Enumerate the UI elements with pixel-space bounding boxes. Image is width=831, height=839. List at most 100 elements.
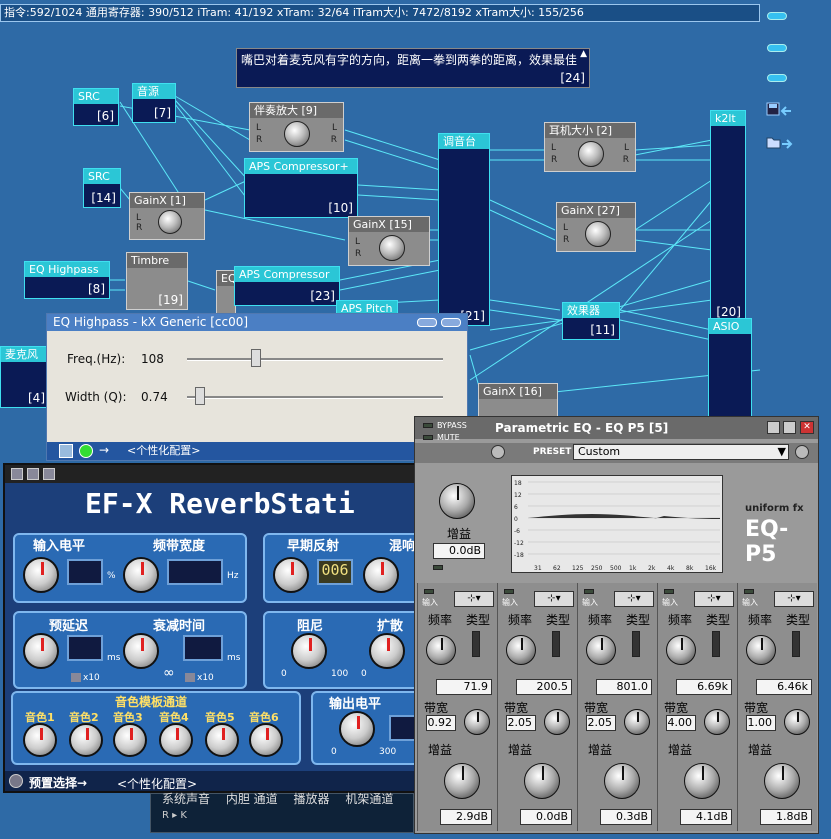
band-gain-value[interactable]: 2.9dB — [440, 809, 492, 825]
mix-knob[interactable] — [363, 557, 399, 593]
band-gain-knob[interactable] — [604, 763, 640, 799]
band-bw-value[interactable]: 1.00 — [746, 715, 776, 731]
close-icon[interactable]: ✕ — [800, 421, 814, 434]
preset-select[interactable]: Custom ▼ — [573, 444, 789, 460]
band-bw-knob[interactable] — [624, 709, 650, 735]
reverb-titlebar[interactable] — [5, 465, 415, 483]
band-bw-value[interactable]: 2.05 — [506, 715, 536, 731]
gain-knob[interactable] — [379, 235, 405, 261]
node-microphone[interactable]: 麦克风 [4] — [0, 346, 50, 408]
band-freq-value[interactable]: 801.0 — [596, 679, 652, 695]
preset-prev-icon[interactable] — [491, 445, 505, 459]
band-freq-knob[interactable] — [426, 635, 456, 665]
timbre-knob[interactable] — [205, 723, 239, 757]
band-bw-value[interactable]: 4.00 — [666, 715, 696, 731]
band-freq-value[interactable]: 71.9 — [436, 679, 492, 695]
bypass-led[interactable] — [423, 423, 433, 428]
band-gain-value[interactable]: 0.3dB — [600, 809, 652, 825]
restore-button[interactable] — [767, 421, 780, 434]
peq-titlebar[interactable]: Parametric EQ - EQ P5 [5] — [415, 417, 818, 439]
output-level-knob[interactable] — [339, 711, 375, 747]
band-bw-knob[interactable] — [704, 709, 730, 735]
window-button[interactable] — [11, 468, 23, 480]
master-gain-knob[interactable] — [439, 483, 475, 519]
band-freq-knob[interactable] — [746, 635, 776, 665]
band-type-select[interactable]: ⊹▾ — [454, 591, 494, 607]
band-enable-led[interactable] — [584, 589, 594, 594]
arrow-right-icon[interactable]: → — [99, 444, 113, 458]
node-gainx-16[interactable]: GainX [16] — [478, 383, 558, 417]
band-type-switch[interactable] — [472, 631, 480, 657]
band-type-select[interactable]: ⊹▾ — [534, 591, 574, 607]
reverb-station-window[interactable]: EF-X ReverbStati 输入电平 频带宽度 % Hz 早期反射 混响 … — [3, 463, 423, 793]
freq-slider[interactable] — [187, 358, 443, 361]
timbre-knob[interactable] — [69, 723, 103, 757]
band-gain-knob[interactable] — [444, 763, 480, 799]
node-src-14[interactable]: SRC [14] — [83, 168, 121, 208]
master-gain-value[interactable]: 0.0dB — [433, 543, 485, 559]
band-type-select[interactable]: ⊹▾ — [694, 591, 734, 607]
timbre-knob[interactable] — [159, 723, 193, 757]
band-enable-led[interactable] — [664, 589, 674, 594]
gain-knob[interactable] — [585, 221, 611, 247]
predelay-knob[interactable] — [23, 633, 59, 669]
eq-highpass-window[interactable]: EQ Highpass - kX Generic [cc00] Freq.(Hz… — [46, 313, 468, 461]
timbre-knob[interactable] — [23, 723, 57, 757]
node-headphone-level[interactable]: 耳机大小 [2] L R L R — [544, 122, 636, 172]
band-freq-value[interactable]: 6.69k — [676, 679, 732, 695]
band-freq-knob[interactable] — [506, 635, 536, 665]
parametric-eq-window[interactable]: Parametric EQ - EQ P5 [5] BYPASS MUTE ✕ … — [414, 416, 819, 834]
node-gainx-15[interactable]: GainX [15] L R — [348, 216, 430, 266]
minimize-button[interactable] — [783, 421, 796, 434]
band-bw-knob[interactable] — [464, 709, 490, 735]
node-src-6[interactable]: SRC [6] — [73, 88, 119, 126]
decay-knob[interactable] — [123, 633, 159, 669]
band-gain-knob[interactable] — [684, 763, 720, 799]
gain-knob[interactable] — [158, 210, 182, 234]
band-type-select[interactable]: ⊹▾ — [774, 591, 814, 607]
band-bw-value[interactable]: 2.05 — [586, 715, 616, 731]
mute-led[interactable] — [423, 435, 433, 440]
node-banzou-amp[interactable]: 伴奏放大 [9] L R L R — [249, 102, 344, 152]
band-enable-led[interactable] — [504, 589, 514, 594]
node-k2lt[interactable]: k2lt [20] — [710, 110, 746, 322]
band-type-switch[interactable] — [792, 631, 800, 657]
mixer-icon[interactable] — [59, 444, 73, 458]
freq-slider-thumb[interactable] — [251, 349, 262, 367]
band-type-switch[interactable] — [632, 631, 640, 657]
window-button[interactable] — [27, 468, 39, 480]
tab-inner-channel[interactable]: 内胆 通道 — [226, 792, 278, 806]
x10-checkbox[interactable] — [71, 673, 81, 682]
power-icon[interactable] — [79, 444, 93, 458]
early-reflection-knob[interactable] — [273, 557, 309, 593]
band-gain-value[interactable]: 0.0dB — [520, 809, 572, 825]
band-type-select[interactable]: ⊹▾ — [614, 591, 654, 607]
power-icon[interactable] — [9, 774, 23, 788]
band-gain-knob[interactable] — [524, 763, 560, 799]
node-eq-small[interactable]: EQ — [216, 270, 236, 314]
node-asio[interactable]: ASIO — [708, 318, 752, 418]
node-gainx-27[interactable]: GainX [27] L R — [556, 202, 636, 252]
bandwidth-knob[interactable] — [123, 557, 159, 593]
tab-rack-channel[interactable]: 机架通道 — [345, 792, 393, 806]
node-eq-highpass[interactable]: EQ Highpass [8] — [24, 261, 110, 299]
band-enable-led[interactable] — [424, 589, 434, 594]
note-box[interactable]: 嘴巴对着麦克风有字的方向，距离一拳到两拳的距离，效果最佳 [24] ▲ — [236, 48, 590, 88]
band-gain-knob[interactable] — [764, 763, 800, 799]
diffuse-knob[interactable] — [369, 633, 405, 669]
band-bw-knob[interactable] — [544, 709, 570, 735]
collapse-button[interactable] — [441, 318, 461, 327]
band-freq-value[interactable]: 200.5 — [516, 679, 572, 695]
damping-knob[interactable] — [291, 633, 327, 669]
timbre-knob[interactable] — [113, 723, 147, 757]
x10-checkbox[interactable] — [185, 673, 195, 682]
transport-icons[interactable]: R ▸ K — [162, 810, 187, 821]
minimize-button[interactable] — [417, 318, 437, 327]
phase-led[interactable] — [433, 565, 443, 570]
window-button[interactable] — [43, 468, 55, 480]
timbre-knob[interactable] — [249, 723, 283, 757]
gain-knob[interactable] — [578, 141, 604, 167]
band-bw-knob[interactable] — [784, 709, 810, 735]
band-freq-value[interactable]: 6.46k — [756, 679, 812, 695]
band-freq-knob[interactable] — [586, 635, 616, 665]
